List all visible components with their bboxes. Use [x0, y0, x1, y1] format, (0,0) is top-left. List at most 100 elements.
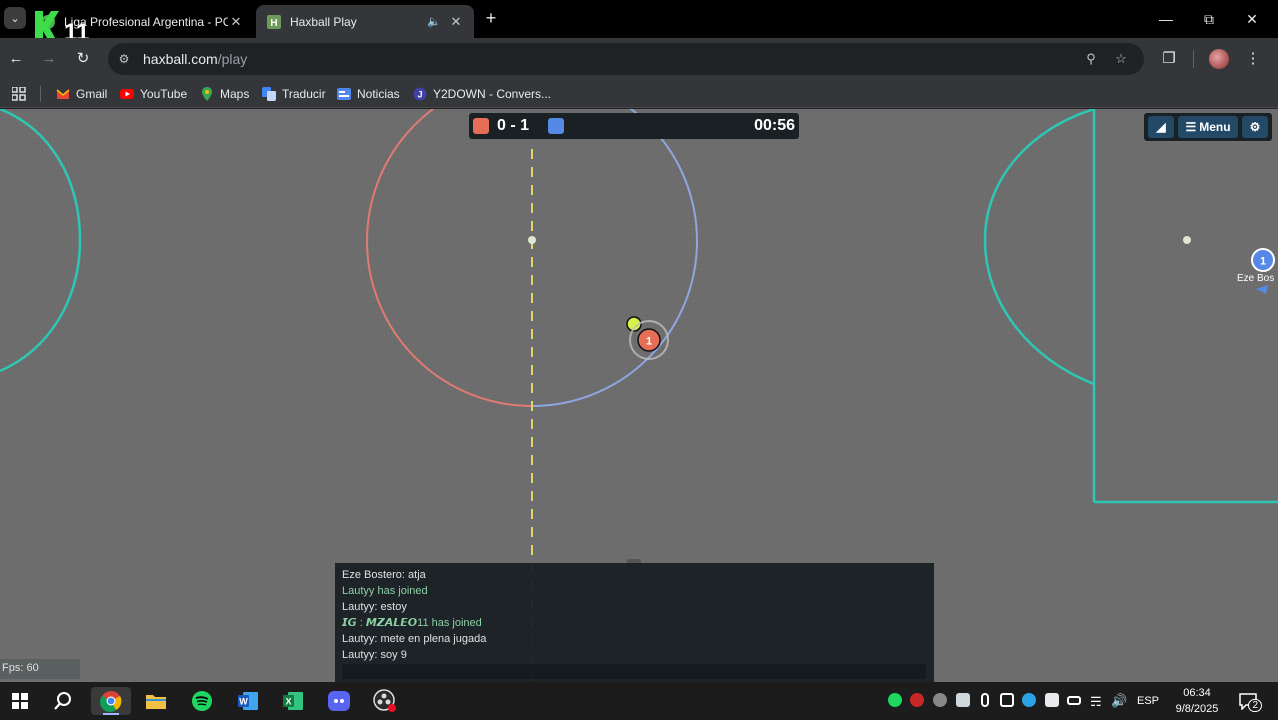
maps-pin-icon [202, 87, 212, 101]
chat-message: Eze Bostero: atja [342, 569, 426, 581]
system-clock[interactable]: 06:34 9/8/2025 [1168, 685, 1226, 717]
bookmarks-divider [40, 86, 41, 102]
spotify-icon [192, 691, 212, 711]
reload-button[interactable]: ↻ [73, 49, 93, 69]
gmail-icon [56, 89, 70, 99]
tray-camera-icon[interactable] [1000, 693, 1014, 707]
toolbar-divider [1193, 50, 1194, 68]
start-button[interactable] [0, 687, 40, 715]
haxball-game-area[interactable]: 1 1 Eze Bos 0 - 1 00:56 ◢ ☰ Menu ⚙ Fps: … [0, 109, 1278, 682]
bookmark-youtube[interactable]: YouTube [120, 85, 187, 103]
chat-log: Eze Bostero: atja Lautyy has joined Laut… [342, 567, 922, 663]
volume-icon[interactable]: 🔊 [1111, 693, 1127, 709]
bookmark-maps[interactable]: Maps [200, 85, 249, 103]
menu-label: Menu [1199, 120, 1231, 134]
fps-counter: Fps: 60 [0, 659, 80, 679]
chrome-icon [100, 691, 122, 712]
obs-icon [373, 689, 396, 712]
tray-app-icon[interactable] [910, 693, 924, 707]
svg-text:J: J [417, 90, 422, 100]
tab-haxball-play[interactable]: H Haxball Play 🔈 ✕ [256, 5, 474, 38]
tray-network-adapter-icon[interactable] [1045, 693, 1059, 707]
address-bar[interactable]: ⚙ haxball.com/play ⚲ ☆ [108, 43, 1144, 75]
minimize-button[interactable]: — [1144, 0, 1188, 38]
apps-grid-icon[interactable] [12, 87, 26, 101]
restore-icon: ⧉ [1204, 10, 1214, 27]
blue-team-swatch [548, 118, 564, 134]
profile-avatar[interactable] [1209, 49, 1229, 69]
score-text: 0 - 1 [497, 117, 530, 134]
arrow-left-icon: ← [8, 50, 24, 67]
game-controls: ◢ ☰ Menu ⚙ [1144, 113, 1272, 141]
notification-count: 2 [1248, 699, 1262, 712]
taskbar-file-explorer[interactable] [136, 687, 176, 715]
speaker-icon: ◢ [1156, 120, 1166, 134]
url-text[interactable]: haxball.com/play [143, 51, 247, 67]
chat-panel: Eze Bostero: atja Lautyy has joined Laut… [335, 563, 934, 682]
bookmark-label: Maps [220, 87, 250, 101]
tab-title: Haxball Play [290, 14, 357, 29]
speaker-icon[interactable]: 🔈 [426, 15, 442, 28]
extensions-button[interactable]: ❐ [1159, 49, 1179, 69]
excel-icon: X [283, 692, 303, 710]
svg-text:H: H [270, 18, 277, 29]
close-window-button[interactable]: ✕ [1230, 0, 1274, 38]
battery-icon[interactable] [1067, 696, 1081, 705]
arrow-right-icon: → [41, 50, 57, 67]
wifi-icon[interactable]: ☴ [1090, 694, 1102, 710]
svg-text:X: X [285, 697, 291, 707]
back-button[interactable]: ← [6, 49, 26, 69]
bookmark-noticias[interactable]: Noticias [337, 85, 400, 103]
language-indicator[interactable]: ESP [1137, 695, 1159, 707]
taskbar-search-button[interactable] [43, 687, 83, 715]
start-icon [12, 693, 28, 709]
plus-icon: + [485, 8, 497, 28]
red-team-swatch [473, 118, 489, 134]
youtube-icon [120, 89, 134, 99]
blue-player-name: Eze Bos [1237, 273, 1275, 284]
clock-date: 9/8/2025 [1175, 703, 1219, 715]
forward-button[interactable]: → [39, 49, 59, 69]
red-player-number: 1 [646, 336, 652, 348]
svg-text:W: W [239, 697, 248, 707]
chat-message: Lautyy: soy 9 [342, 649, 407, 661]
bookmark-y2down[interactable]: J Y2DOWN - Convers... [413, 85, 551, 103]
close-icon[interactable]: ✕ [228, 14, 244, 30]
settings-button[interactable]: ⚙ [1242, 116, 1268, 138]
taskbar-excel[interactable]: X [273, 687, 313, 715]
tray-blue-app-icon[interactable] [1022, 693, 1036, 707]
new-tab-button[interactable]: + [482, 9, 500, 27]
url-path: /play [217, 51, 248, 67]
star-icon[interactable]: ☆ [1113, 51, 1129, 67]
close-icon[interactable]: ✕ [448, 14, 464, 30]
bookmark-gmail[interactable]: Gmail [56, 85, 107, 103]
zoom-icon[interactable]: ⚲ [1083, 51, 1099, 67]
close-icon: ✕ [1246, 10, 1258, 27]
browser-menu-button[interactable]: ⋮ [1243, 49, 1263, 69]
haxball-favicon-icon: H [267, 14, 281, 29]
tray-spotify-icon[interactable] [888, 693, 902, 707]
taskbar-discord[interactable] [319, 687, 359, 715]
gear-icon: ⚙ [1249, 120, 1261, 134]
bookmark-traducir[interactable]: Traducir [262, 85, 326, 103]
tray-monitor-icon[interactable] [956, 693, 970, 707]
site-settings-icon[interactable]: ⚙ [116, 51, 132, 67]
menu-button[interactable]: ☰ Menu [1178, 116, 1238, 138]
notification-center-button[interactable]: 2 [1232, 687, 1264, 715]
microphone-icon[interactable] [981, 693, 989, 707]
sound-toggle-button[interactable]: ◢ [1148, 116, 1174, 138]
chat-message: Lautyy: mete en plena jugada [342, 633, 487, 645]
browser-toolbar: ← → ↻ ⚙ haxball.com/play ⚲ ☆ ❐ ⋮ [0, 38, 1278, 80]
taskbar-spotify[interactable] [182, 687, 222, 715]
restore-button[interactable]: ⧉ [1187, 0, 1231, 38]
kebab-menu-icon: ⋮ [1245, 50, 1261, 67]
scoreboard: 0 - 1 00:56 [469, 113, 799, 139]
taskbar-chrome[interactable] [91, 687, 131, 715]
taskbar-word[interactable]: W [228, 687, 268, 715]
tray-obs-icon[interactable] [933, 693, 947, 707]
tab-strip: ⌄ Liga Profesional Argentina - PC ✕ H Ha… [0, 0, 1278, 38]
news-icon [337, 88, 351, 100]
chat-input[interactable] [342, 664, 926, 679]
taskbar-obs[interactable] [365, 687, 405, 715]
tab-search-button[interactable]: ⌄ [4, 7, 26, 29]
